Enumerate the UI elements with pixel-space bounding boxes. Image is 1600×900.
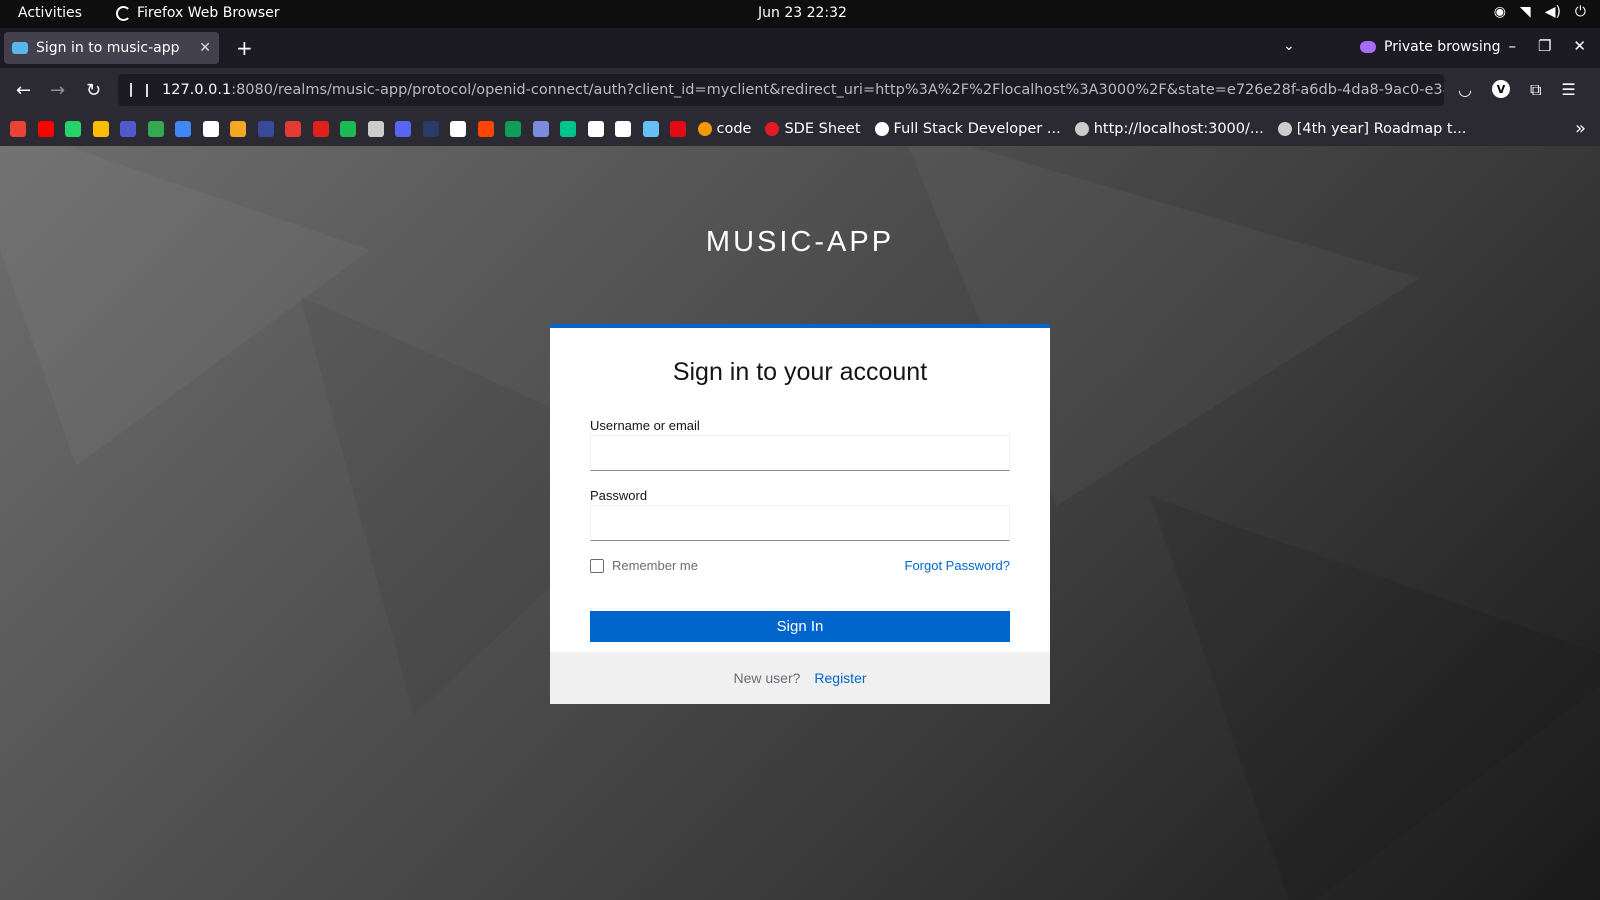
app-menu[interactable]: Firefox Web Browser xyxy=(116,5,280,21)
firefox-icon xyxy=(116,5,131,21)
registration-footer: New user? Register xyxy=(550,652,1050,704)
power-icon[interactable]: ⏻ xyxy=(1575,4,1586,20)
realm-title: MUSIC-APP xyxy=(705,226,895,258)
app-name: Firefox Web Browser xyxy=(137,5,280,21)
profile-avatar[interactable]: V xyxy=(1491,80,1510,98)
bookmark-favicon-icon[interactable] xyxy=(285,121,301,137)
toolbar-icons: ◡ V ⧉ ☰ xyxy=(1458,80,1576,100)
bookmark-label: code xyxy=(716,121,752,137)
bookmark-favicon-icon[interactable] xyxy=(175,121,191,137)
login-card: Sign in to your account Username or emai… xyxy=(550,324,1050,704)
minimize-icon[interactable]: – xyxy=(1508,37,1516,55)
new-tab-button[interactable]: + xyxy=(236,36,253,60)
bookmark-favicon-icon[interactable] xyxy=(642,121,659,137)
volume-icon[interactable]: ◀) xyxy=(1545,4,1561,20)
sign-in-button[interactable]: Sign In xyxy=(590,611,1010,642)
close-window-icon[interactable]: ✕ xyxy=(1573,37,1586,55)
login-heading: Sign in to your account xyxy=(672,358,928,386)
register-link[interactable]: Register xyxy=(814,670,866,686)
bookmark-label: SDE Sheet xyxy=(784,121,861,137)
new-user-label: New user? xyxy=(733,670,801,686)
bookmark-item[interactable]: Full Stack Developer ... xyxy=(874,121,1061,137)
bookmark-item[interactable]: SDE Sheet xyxy=(765,121,861,137)
navigation-bar: ← → ↻ 127.0.0.1 :8080/realms/music-app/p… xyxy=(0,68,1600,112)
bookmark-favicon-icon xyxy=(1277,122,1292,136)
wifi-icon[interactable]: ◥ xyxy=(1520,4,1531,20)
bookmarks-toolbar: code SDE Sheet Full Stack Developer ... htt… xyxy=(0,112,1600,146)
page-info-icon[interactable] xyxy=(146,83,148,97)
bookmark-item[interactable]: http://localhost:3000/... xyxy=(1074,121,1264,137)
bookmark-favicon-icon[interactable] xyxy=(257,121,274,137)
bookmark-favicon-icon[interactable] xyxy=(92,121,109,137)
username-label: Username or email xyxy=(590,418,700,433)
tab-title: Sign in to music-app xyxy=(36,40,180,56)
bg-facet xyxy=(1150,496,1600,900)
bookmark-favicon-icon[interactable] xyxy=(477,121,494,137)
tracking-protection-shield-icon[interactable] xyxy=(130,83,132,97)
tab-strip: Sign in to music-app ✕ + ⌄ Private brows… xyxy=(0,28,1600,68)
bookmark-favicon-icon[interactable] xyxy=(395,121,411,137)
activities-button[interactable]: Activities xyxy=(18,5,82,21)
bookmark-favicon-icon[interactable] xyxy=(560,121,576,137)
url-path: :8080/realms/music-app/protocol/openid-c… xyxy=(231,82,1444,98)
bookmark-favicon-icon[interactable] xyxy=(450,121,466,137)
reload-icon[interactable]: ↻ xyxy=(86,80,101,101)
tab-sign-in[interactable]: Sign in to music-app ✕ xyxy=(4,32,219,64)
bookmark-favicon-icon[interactable] xyxy=(505,121,521,137)
keycloak-favicon-icon xyxy=(12,42,28,54)
list-all-tabs-chevron-down-icon[interactable]: ⌄ xyxy=(1283,38,1295,54)
page-background: MUSIC-APP Sign in to your account Userna… xyxy=(0,146,1600,900)
bookmark-favicon-icon[interactable] xyxy=(587,121,604,137)
bookmark-favicon-icon[interactable] xyxy=(615,121,631,137)
bookmark-favicon-icon[interactable] xyxy=(670,121,686,137)
system-top-bar: Activities Firefox Web Browser Jun 23 22… xyxy=(0,0,1600,28)
url-host: 127.0.0.1 xyxy=(162,82,232,98)
tab-close-icon[interactable]: ✕ xyxy=(199,40,211,56)
bookmark-label: [4th year] Roadmap t... xyxy=(1296,121,1467,137)
remember-me-label: Remember me xyxy=(612,558,698,573)
password-input[interactable] xyxy=(590,505,1010,541)
bookmark-favicon-icon xyxy=(765,122,780,136)
private-browsing-label: Private browsing xyxy=(1384,39,1501,55)
back-arrow-icon[interactable]: ← xyxy=(16,80,31,101)
bookmark-favicon-icon[interactable] xyxy=(532,121,549,137)
hamburger-menu-icon[interactable]: ☰ xyxy=(1561,80,1575,100)
username-input[interactable] xyxy=(590,435,1010,471)
bookmark-favicon-icon[interactable] xyxy=(10,121,26,137)
system-tray[interactable]: ◉ ◥ ◀) ⏻ xyxy=(1494,4,1586,20)
steam-icon[interactable]: ◉ xyxy=(1494,4,1506,20)
bookmark-label: Full Stack Developer ... xyxy=(893,121,1061,137)
window-controls: – ❐ ✕ xyxy=(1508,37,1586,55)
bookmark-favicon-icon[interactable] xyxy=(422,121,439,137)
restore-icon[interactable]: ❐ xyxy=(1538,37,1551,55)
bookmark-favicon-icon[interactable] xyxy=(147,121,164,137)
bookmark-item[interactable]: [4th year] Roadmap t... xyxy=(1277,121,1467,137)
bookmarks-overflow-chevron-icon[interactable]: » xyxy=(1575,118,1586,139)
bookmark-favicon-icon[interactable] xyxy=(340,121,356,137)
bookmark-favicon-icon[interactable] xyxy=(202,121,219,137)
password-label: Password xyxy=(590,488,648,503)
forward-arrow-icon[interactable]: → xyxy=(50,80,65,101)
bookmark-favicon-icon[interactable] xyxy=(312,121,329,137)
bookmark-favicon-icon xyxy=(874,122,889,136)
extensions-puzzle-icon[interactable]: ⧉ xyxy=(1530,80,1541,100)
bookmark-favicon-icon[interactable] xyxy=(120,121,136,137)
bookmark-favicon-icon[interactable] xyxy=(65,121,81,137)
bookmark-favicon-icon xyxy=(1074,122,1089,136)
url-bar[interactable]: 127.0.0.1 :8080/realms/music-app/protoco… xyxy=(118,74,1444,106)
clock[interactable]: Jun 23 22:32 xyxy=(758,5,847,21)
bookmark-favicon-icon[interactable] xyxy=(37,121,54,137)
private-browsing-indicator: Private browsing xyxy=(1360,39,1501,55)
bookmark-favicon-icon xyxy=(697,122,712,136)
forgot-password-link[interactable]: Forgot Password? xyxy=(905,558,1011,573)
remember-me-checkbox[interactable] xyxy=(590,558,604,573)
private-mask-icon xyxy=(1360,41,1376,53)
pocket-icon[interactable]: ◡ xyxy=(1458,80,1472,100)
bookmark-item[interactable]: code xyxy=(697,121,752,137)
bookmark-label: http://localhost:3000/... xyxy=(1093,121,1264,137)
bookmark-favicon-icon[interactable] xyxy=(230,121,246,137)
bookmark-favicon-icon[interactable] xyxy=(367,121,384,137)
remember-me[interactable]: Remember me xyxy=(590,558,698,573)
